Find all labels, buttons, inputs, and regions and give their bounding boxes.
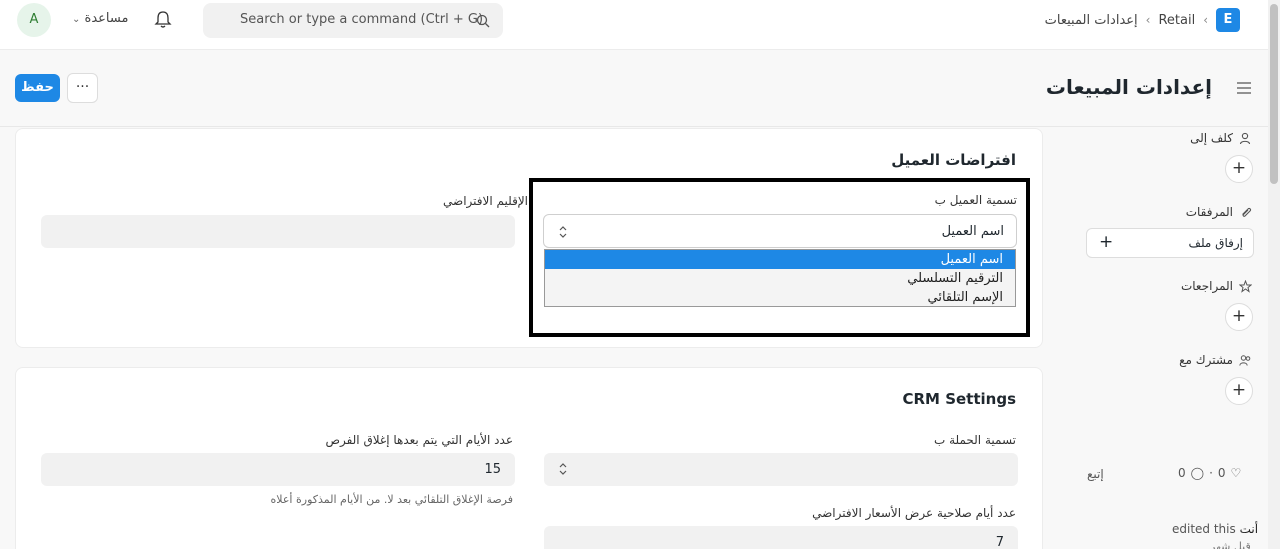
quote-validity-field[interactable]: 7: [544, 526, 1018, 549]
add-share-button[interactable]: +: [1225, 377, 1253, 405]
territory-label: الإقليم الافتراضي: [443, 194, 528, 208]
more-actions-button[interactable]: ···: [67, 73, 98, 103]
updown-chevron-icon: [559, 463, 567, 475]
breadcrumb-separator: ›: [1203, 13, 1208, 27]
help-menu[interactable]: مساعدة ⌄: [68, 11, 128, 26]
assign-to-header: كلف إلى: [1190, 131, 1252, 145]
attachments-label: المرفقات: [1185, 205, 1233, 219]
close-days-label: عدد الأيام التي يتم بعدها إغلاق الفرص: [325, 433, 513, 447]
customer-naming-options: اسم العميل الترقيم التسلسلي الإسم التلقا…: [544, 249, 1016, 307]
sidebar-toggle-icon[interactable]: [1236, 81, 1252, 95]
customer-naming-select[interactable]: اسم العميل: [543, 214, 1017, 248]
help-label: مساعدة: [84, 11, 129, 26]
shared-with-header: مشترك مع: [1179, 353, 1252, 367]
customer-naming-value: اسم العميل: [941, 224, 1004, 239]
save-button[interactable]: حفظ: [15, 74, 60, 102]
activity-user: أنت: [1239, 522, 1259, 536]
breadcrumb-sales-settings[interactable]: إعدادات المبيعات: [1045, 13, 1138, 28]
activity-time: قبل شهر: [1210, 540, 1251, 549]
heart-icon[interactable]: ♡: [1231, 466, 1242, 480]
quote-validity-label: عدد أيام صلاحية عرض الأسعار الافتراضي: [812, 506, 1016, 520]
quote-validity-value: 7: [995, 535, 1004, 549]
like-count: 0: [1217, 466, 1226, 480]
assign-to-label: كلف إلى: [1190, 131, 1233, 145]
close-days-field[interactable]: 15: [41, 453, 515, 486]
close-days-hint: فرصة الإغلاق التلقائي بعد لا. من الأيام …: [270, 493, 513, 506]
search-icon: [476, 14, 490, 28]
close-days-value: 15: [484, 462, 501, 477]
shared-with-label: مشترك مع: [1179, 353, 1233, 367]
activity-text: edited this: [1172, 522, 1236, 536]
bell-icon[interactable]: [153, 10, 173, 30]
attach-file-label: إرفاق ملف: [1188, 236, 1243, 250]
customer-naming-label: تسمية العميل ب: [934, 193, 1017, 207]
page-scrollbar[interactable]: [1268, 0, 1280, 549]
add-assignee-button[interactable]: +: [1225, 155, 1253, 183]
app-logo[interactable]: E: [1216, 8, 1240, 32]
dot-separator: ·: [1209, 466, 1213, 480]
option-auto-name[interactable]: الإسم التلقائي: [545, 288, 1015, 307]
add-review-button[interactable]: +: [1225, 303, 1253, 331]
attach-file-button[interactable]: + إرفاق ملف: [1086, 228, 1254, 258]
doc-stats: 0 ◯ · 0 ♡: [1178, 466, 1241, 480]
campaign-naming-select[interactable]: [544, 453, 1018, 486]
breadcrumb-separator: ›: [1145, 13, 1151, 27]
updown-chevron-icon: [559, 226, 567, 238]
option-naming-series[interactable]: الترقيم التسلسلي: [545, 269, 1015, 288]
territory-field[interactable]: [41, 215, 515, 248]
chevron-down-icon: ⌄: [72, 14, 81, 25]
breadcrumb: E › Retail › إعدادات المبيعات: [1045, 8, 1240, 32]
breadcrumb-retail[interactable]: Retail: [1158, 13, 1195, 28]
paperclip-icon: [1242, 207, 1252, 217]
search-placeholder: Search or type a command (Ctrl + G): [240, 12, 484, 27]
section-title: CRM Settings: [902, 390, 1016, 408]
user-avatar[interactable]: A: [17, 3, 51, 37]
comment-count: 0: [1178, 466, 1186, 480]
users-icon: [1239, 354, 1251, 366]
follow-button[interactable]: إتبع: [1087, 467, 1104, 481]
crm-settings-section: CRM Settings تسمية الحملة ب عدد الأيام ا…: [15, 367, 1043, 549]
section-title: افتراضات العميل: [891, 151, 1016, 169]
reviews-header: المراجعات: [1181, 279, 1252, 293]
plus-icon: +: [1099, 232, 1114, 252]
campaign-naming-label: تسمية الحملة ب: [933, 433, 1016, 447]
attachments-header: المرفقات: [1186, 205, 1252, 219]
star-icon: [1239, 279, 1252, 293]
option-customer-name[interactable]: اسم العميل: [545, 250, 1015, 269]
reviews-label: المراجعات: [1180, 279, 1233, 293]
top-navbar: A مساعدة ⌄ Search or type a command (Ctr…: [0, 0, 1268, 50]
page-title: إعدادات المبيعات: [1045, 75, 1212, 99]
activity-entry: edited this أنت: [1172, 522, 1258, 536]
scrollbar-thumb[interactable]: [1270, 4, 1278, 184]
search-bar[interactable]: Search or type a command (Ctrl + G): [203, 3, 503, 38]
comment-icon[interactable]: ◯: [1191, 466, 1204, 480]
page-header: حفظ ··· إعدادات المبيعات: [0, 51, 1268, 127]
user-add-icon: [1239, 132, 1251, 144]
